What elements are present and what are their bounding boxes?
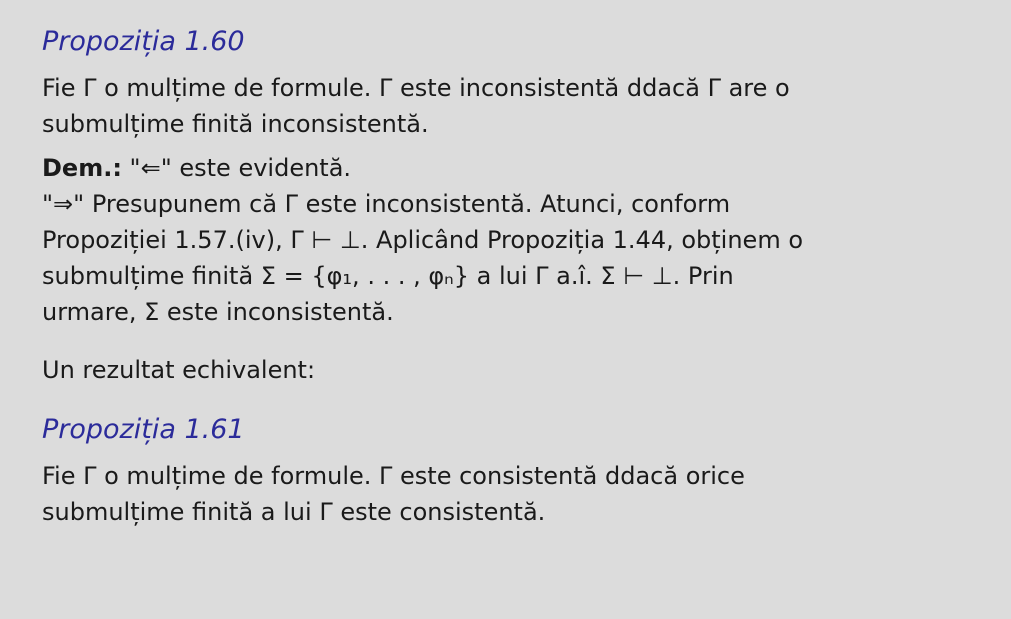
proposition-1-statement-line1: Fie Γ o mulțime de formule. Γ este incon… (42, 74, 790, 102)
proposition-2-statement-line2: submulțime finită a lui Γ este consisten… (42, 498, 546, 526)
proof-line4: submulțime finită Σ = {φ₁, . . . , φₙ} a… (42, 262, 734, 290)
proposition-1-title: Propoziția 1.60 (42, 26, 245, 57)
intro-text: Un rezultat echivalent: (42, 356, 316, 384)
proof-line2: "⇒" Presupunem că Γ este inconsistentă. … (42, 190, 731, 218)
proof-label: Dem.: (42, 154, 122, 182)
proof-line5: urmare, Σ este inconsistentă. (42, 298, 394, 326)
slide-content: Propoziția 1.60 Fie Γ o mulțime de formu… (42, 22, 982, 530)
proposition-1-statement-line2: submulțime finită inconsistentă. (42, 110, 429, 138)
proposition-2-title: Propoziția 1.61 (42, 414, 245, 445)
proposition-2-statement-line1: Fie Γ o mulțime de formule. Γ este consi… (42, 462, 745, 490)
proof-line1: Dem.: "⇐" este evidentă. (42, 150, 982, 186)
proof-line3: Propoziției 1.57.(iv), Γ ⊢ ⊥. Aplicând P… (42, 226, 804, 254)
proof-line1-rest: "⇐" este evidentă. (121, 154, 352, 182)
